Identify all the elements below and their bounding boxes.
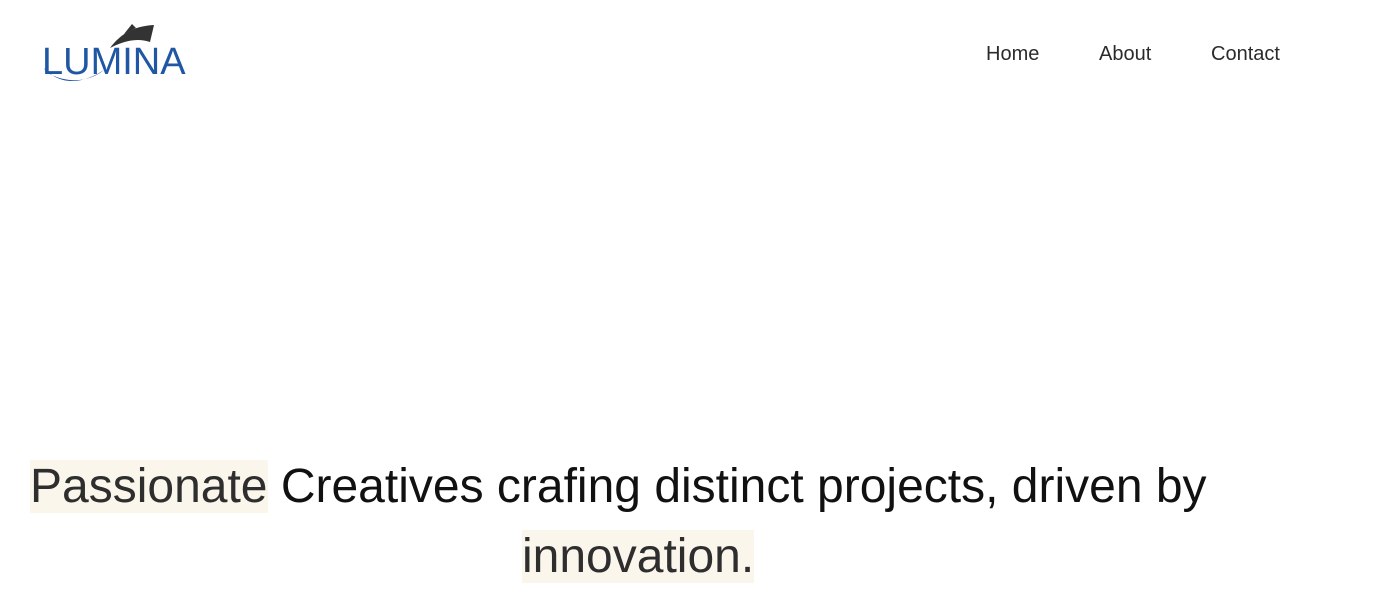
nav-about-link[interactable]: About — [1099, 42, 1151, 66]
hero-highlight-innovation: innovation. — [522, 530, 755, 583]
nav-home-link[interactable]: Home — [986, 42, 1039, 66]
hero-line-1: Passionate Creatives crafing distinct pr… — [0, 452, 1397, 522]
main-nav: Home About Contact — [0, 42, 1397, 66]
hero-highlight-passionate: Passionate — [30, 460, 268, 513]
hero-headline: Passionate Creatives crafing distinct pr… — [0, 452, 1397, 592]
hero-line-1-text: Creatives crafing distinct projects, dri… — [267, 460, 1207, 513]
nav-contact-link[interactable]: Contact — [1211, 42, 1280, 66]
hero-line-2: innovation. — [0, 522, 1397, 592]
